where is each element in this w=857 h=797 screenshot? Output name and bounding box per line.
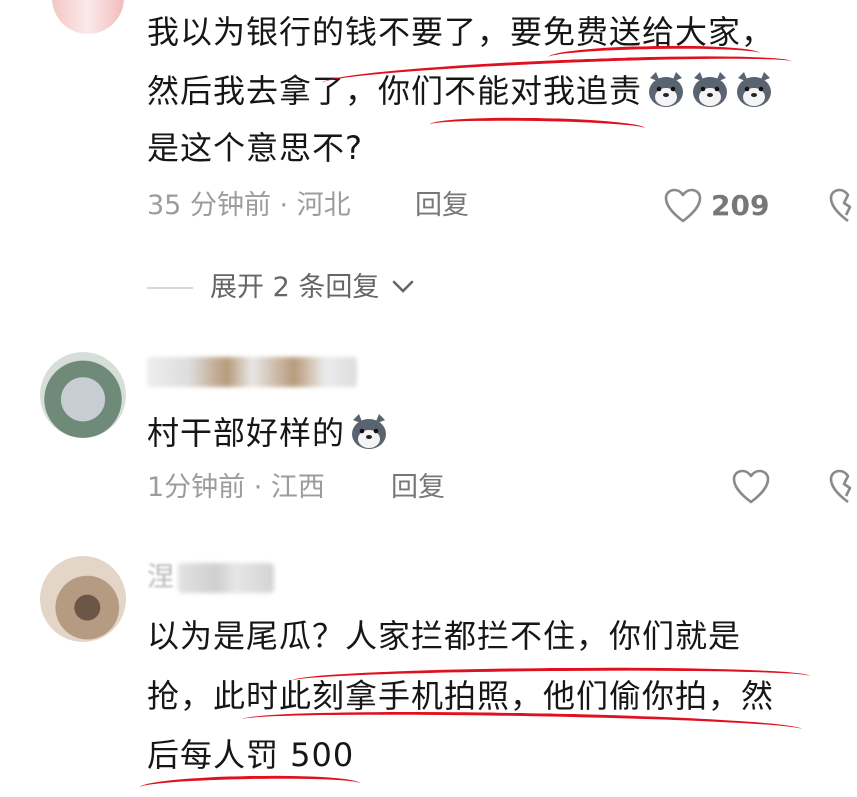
dislike-button[interactable] [828, 187, 857, 225]
like-count: 209 [711, 189, 770, 222]
user-name-initial[interactable]: 涅 [147, 561, 174, 595]
expand-divider [147, 287, 193, 289]
comment-text-line: 是这个意思不? [147, 129, 363, 167]
reply-button[interactable]: 回复 [391, 471, 445, 505]
heart-icon [663, 187, 703, 225]
time-location: 1分钟前 · 江西 [147, 472, 325, 503]
heart-icon [731, 468, 771, 506]
expand-replies-button[interactable]: 展开 2 条回复 [210, 271, 414, 305]
comment-text-line: 后每人罚 500 [147, 736, 355, 774]
red-underline [429, 116, 646, 137]
comment-text: 村干部好样的 [147, 414, 346, 452]
user-name[interactable] [147, 357, 357, 387]
red-underline [139, 774, 361, 797]
avatar[interactable] [52, 0, 124, 34]
user-name[interactable] [178, 563, 274, 593]
time-location: 35 分钟前 · 河北 [147, 190, 351, 221]
broken-heart-icon [828, 468, 857, 506]
chevron-down-icon [392, 280, 414, 294]
comment-text-line: 以为是尾瓜？人家拦都拦不住，你们就是 [147, 617, 742, 655]
avatar[interactable] [40, 352, 126, 438]
expand-replies-label: 展开 2 条回复 [210, 272, 380, 303]
avatar[interactable] [40, 556, 126, 642]
dislike-button[interactable] [828, 468, 857, 506]
comment-text-line: 村干部好样的 [147, 412, 389, 453]
like-button[interactable] [731, 468, 771, 506]
reply-button[interactable]: 回复 [415, 189, 469, 223]
like-button[interactable] [663, 187, 703, 225]
husky-dog-emoji-icon [345, 414, 389, 452]
broken-heart-icon [828, 187, 857, 225]
